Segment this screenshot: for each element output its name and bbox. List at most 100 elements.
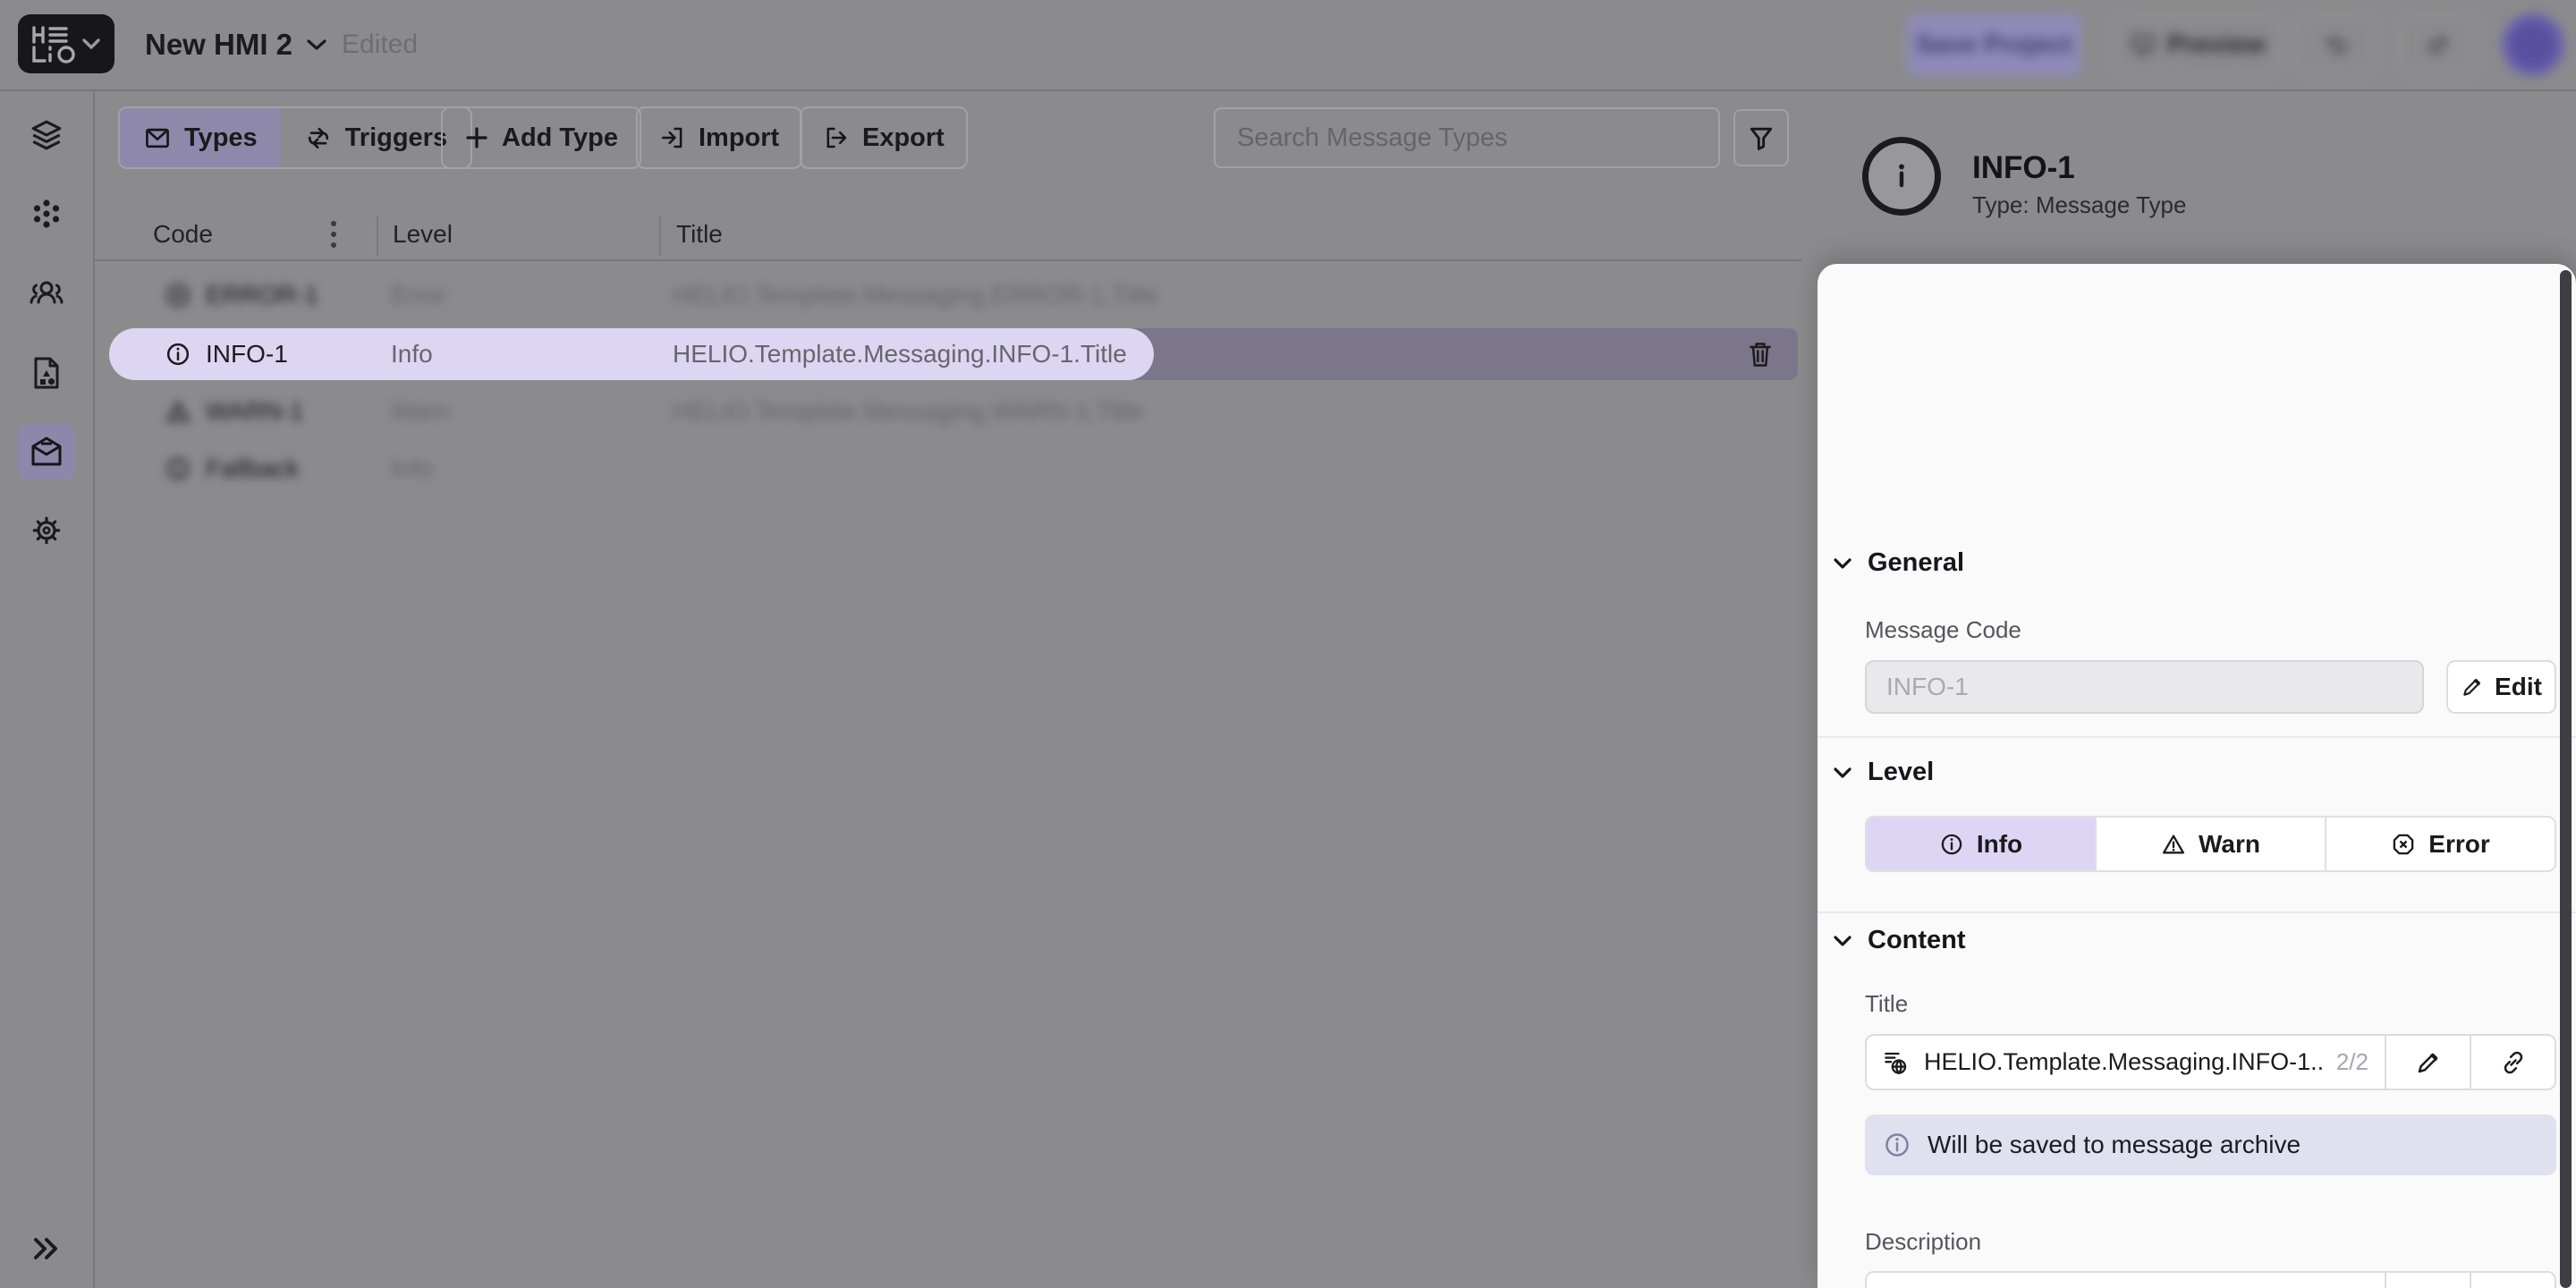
sidebar-item-messaging[interactable] (18, 423, 75, 480)
description-field-label: Description (1865, 1228, 1982, 1255)
message-code-input-disabled: INFO-1 (1865, 660, 2424, 714)
search-input[interactable] (1216, 123, 1718, 153)
column-header-title: Title (676, 220, 723, 248)
top-bar: New HMI 2 Edited Save Project Preview (0, 0, 2576, 91)
table-header: Code Level Title (93, 215, 1801, 261)
description-field-group: HELIO.Template.Messaging.INFO-1... 2/2 (1865, 1271, 2556, 1288)
row-code: INFO-1 (206, 340, 288, 368)
user-avatar[interactable] (2502, 13, 2564, 76)
title-field-label: Title (1865, 990, 1909, 1017)
info-circle-icon (1883, 1131, 1911, 1159)
sidebar-item-components[interactable] (18, 185, 75, 242)
table-row-info-1-selected[interactable]: INFO-1 Info HELIO.Template.Messaging.INF… (0, 328, 1801, 380)
row-level: Warn (391, 397, 450, 425)
row-level: Info (391, 454, 433, 482)
warning-triangle-icon (165, 386, 191, 437)
sidebar-item-assets[interactable] (18, 344, 75, 402)
save-project-button[interactable]: Save Project (1907, 13, 2080, 76)
import-label: Import (699, 123, 780, 152)
panel-scrollbar[interactable] (2560, 270, 2572, 1288)
panel-title: INFO-1 (1972, 150, 2075, 185)
column-menu-dots-icon[interactable] (329, 216, 338, 252)
description-localized-value[interactable]: HELIO.Template.Messaging.INFO-1... 2/2 (1867, 1273, 2385, 1288)
detail-panel-card: General Message Code INFO-1 Edit Level I… (1818, 264, 2576, 1288)
preview-label: Preview (2167, 30, 2266, 59)
app-root: New HMI 2 Edited Save Project Preview Ty… (0, 0, 2576, 1288)
level-error-label: Error (2428, 829, 2490, 858)
tab-types[interactable]: Types (120, 108, 281, 167)
import-button[interactable]: Import (636, 106, 803, 169)
tab-triggers-label: Triggers (344, 123, 448, 152)
description-link-button[interactable] (2470, 1273, 2555, 1288)
section-content-toggle[interactable]: Content (1832, 926, 1966, 955)
column-divider[interactable] (659, 216, 661, 256)
assets-file-icon (30, 356, 63, 390)
title-edit-button[interactable] (2385, 1036, 2470, 1089)
left-sidebar (0, 91, 95, 1288)
redo-button[interactable] (2399, 13, 2478, 76)
edited-status: Edited (342, 30, 419, 59)
tab-types-label: Types (184, 123, 258, 152)
plus-icon (464, 125, 489, 150)
double-chevron-right-icon (31, 1236, 62, 1261)
section-level-toggle[interactable]: Level (1832, 758, 1934, 787)
pencil-icon (2461, 675, 2484, 699)
mail-icon (143, 123, 172, 152)
delete-trash-icon[interactable] (1746, 339, 1775, 369)
section-content-heading: Content (1868, 926, 1966, 954)
table-row-fallback[interactable]: Fallback Info (0, 443, 1801, 495)
detail-panel-header: INFO-1 Type: Message Type (1818, 116, 2576, 264)
row-level: Error (391, 281, 447, 309)
add-type-label: Add Type (502, 123, 618, 152)
description-edit-button[interactable] (2385, 1273, 2470, 1288)
app-logo-menu[interactable] (18, 14, 114, 73)
column-header-level: Level (393, 220, 453, 248)
info-circle-icon (1939, 832, 1964, 857)
sidebar-expand-button[interactable] (18, 1220, 75, 1277)
table-row-error-1[interactable]: ERROR-1 Error HELIO.Template.Messaging.E… (0, 269, 1801, 321)
message-code-label: Message Code (1865, 616, 2021, 643)
row-title: HELIO.Template.Messaging.ERROR-1.Title (673, 281, 1158, 309)
row-code: Fallback (206, 454, 300, 482)
preview-button[interactable]: Preview (2114, 13, 2281, 76)
title-banner-text: Will be saved to message archive (1928, 1131, 2301, 1158)
sidebar-item-users[interactable] (18, 266, 75, 323)
logo-chevron-down-icon (80, 37, 102, 51)
section-divider (1818, 736, 2576, 738)
sidebar-item-layers[interactable] (18, 106, 75, 164)
error-octagon-icon (165, 269, 191, 321)
export-button[interactable]: Export (800, 106, 968, 169)
error-octagon-icon (2391, 832, 2416, 857)
add-type-button[interactable]: Add Type (441, 106, 641, 169)
title-archive-banner: Will be saved to message archive (1865, 1114, 2556, 1175)
project-name: New HMI 2 (145, 28, 293, 61)
topbar-actions-blurred: Save Project Preview (1878, 0, 2576, 89)
edit-label: Edit (2495, 673, 2542, 700)
row-title: HELIO.Template.Messaging.INFO-1.Title (673, 340, 1127, 368)
level-option-warn[interactable]: Warn (2095, 818, 2325, 870)
filter-button[interactable] (1733, 109, 1789, 166)
title-localized-value[interactable]: HELIO.Template.Messaging.INFO-1... 2/2 (1867, 1036, 2385, 1089)
level-option-info[interactable]: Info (1867, 818, 2095, 870)
table-row-warn-1[interactable]: WARN-1 Warn HELIO.Template.Messaging.WAR… (0, 386, 1801, 437)
level-option-error[interactable]: Error (2325, 818, 2555, 870)
messaging-envelope-icon (29, 435, 64, 469)
info-circle-icon (165, 328, 191, 380)
title-value-text: HELIO.Template.Messaging.INFO-1... (1924, 1048, 2322, 1075)
title-link-button[interactable] (2470, 1036, 2555, 1089)
undo-button[interactable] (2297, 13, 2376, 76)
column-divider[interactable] (377, 216, 378, 256)
message-type-info-icon (1862, 137, 1941, 216)
components-grid-icon (30, 198, 63, 230)
edit-message-code-button[interactable]: Edit (2446, 660, 2556, 714)
sidebar-item-settings[interactable] (18, 502, 75, 559)
project-title-dropdown[interactable]: New HMI 2 (145, 0, 328, 89)
settings-gear-icon (30, 513, 64, 547)
project-chevron-down-icon (305, 37, 328, 53)
section-general-toggle[interactable]: General (1832, 548, 1964, 578)
section-general-heading: General (1868, 548, 1964, 577)
panel-subtitle: Type: Message Type (1972, 191, 2187, 218)
layers-icon (30, 118, 64, 152)
chevron-down-icon (1832, 766, 1853, 780)
helio-logo-icon (30, 24, 80, 64)
